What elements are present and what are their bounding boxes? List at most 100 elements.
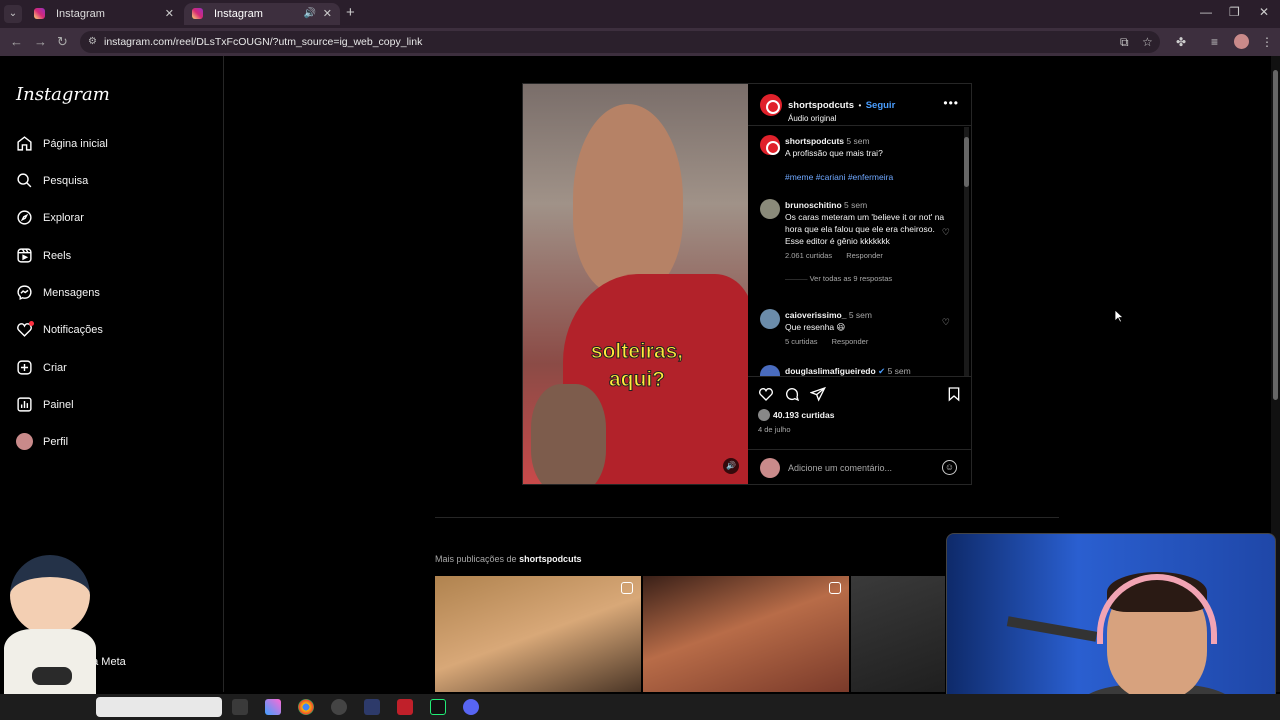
nav-profile[interactable]: Perfil xyxy=(16,430,68,454)
reload-icon[interactable]: ↻ xyxy=(57,34,68,50)
instagram-logo[interactable]: Instagram xyxy=(16,84,110,105)
add-comment-input[interactable] xyxy=(788,459,928,477)
dashboard-icon xyxy=(17,397,32,412)
nav-label: Painel xyxy=(43,399,74,411)
browser-menu-icon[interactable]: ⋮ xyxy=(1261,35,1273,49)
comment-username[interactable]: caioverissimo_ xyxy=(785,310,846,320)
post-header: shortspodcuts • Seguir Áudio original ••… xyxy=(748,84,971,126)
nav-explore[interactable]: Explorar xyxy=(16,206,84,230)
browser-tab-active[interactable]: Instagram 🔊 ✕ xyxy=(184,3,340,25)
more-post-thumbnail[interactable] xyxy=(851,576,945,692)
home-icon xyxy=(17,136,32,151)
forward-icon[interactable]: → xyxy=(34,34,47,49)
likes-count[interactable]: 40.193 curtidas xyxy=(758,409,834,421)
browser-tab[interactable]: Instagram ✕ xyxy=(26,3,182,25)
audio-toggle-icon[interactable]: 🔊 xyxy=(723,458,739,474)
caption-hashtags[interactable]: #meme #cariani #enfermeira xyxy=(785,172,893,182)
nav-create[interactable]: Criar xyxy=(16,356,67,380)
commenter-avatar[interactable] xyxy=(760,365,780,376)
save-bookmark-icon[interactable] xyxy=(946,386,962,402)
new-tab-button[interactable]: + xyxy=(346,4,355,21)
webcam-overlay xyxy=(946,533,1276,719)
comments-scrollbar[interactable] xyxy=(964,127,969,376)
nav-dashboard[interactable]: Painel xyxy=(16,393,74,417)
bookmark-star-icon[interactable]: ☆ xyxy=(1142,35,1153,49)
comments-list: shortspodcuts 5 sem A profissão que mais… xyxy=(748,127,971,377)
notification-badge xyxy=(29,321,34,326)
restore-icon[interactable]: ❐ xyxy=(1229,5,1240,19)
comment-username[interactable]: brunoschitino xyxy=(785,200,842,210)
close-tab-icon[interactable]: ✕ xyxy=(165,3,174,25)
app-icon[interactable] xyxy=(397,699,413,715)
browser-toolbar: ← → ↻ ⚙ instagram.com/reel/DLsTxFcOUGN/?… xyxy=(0,28,1280,56)
back-icon[interactable]: ← xyxy=(10,34,23,49)
view-replies-button[interactable]: ——— Ver todas as 9 respostas xyxy=(785,273,950,285)
comment-text: Que resenha 😆 xyxy=(785,322,846,332)
minimize-icon[interactable]: — xyxy=(1200,5,1212,19)
nav-label: Criar xyxy=(43,362,67,374)
tab-search-dropdown[interactable]: ⌄ xyxy=(4,5,22,23)
extensions-icon[interactable]: ✤ xyxy=(1176,35,1186,49)
reel-indicator-icon xyxy=(829,582,841,594)
task-view-icon[interactable] xyxy=(232,699,248,715)
nav-notifications[interactable]: Notificações xyxy=(16,318,103,342)
search-icon xyxy=(17,173,32,188)
close-window-icon[interactable]: ✕ xyxy=(1259,5,1269,19)
separator-dot: • xyxy=(858,101,862,110)
taskbar-search-box[interactable] xyxy=(96,697,222,717)
author-username[interactable]: shortspodcuts xyxy=(788,100,854,111)
nav-search[interactable]: Pesquisa xyxy=(16,169,88,193)
close-tab-icon[interactable]: ✕ xyxy=(323,3,332,25)
like-heart-icon[interactable] xyxy=(758,386,774,402)
nav-reels[interactable]: Reels xyxy=(16,244,71,268)
comment-username[interactable]: douglaslimafigueiredo xyxy=(785,366,876,376)
more-posts-username[interactable]: shortspodcuts xyxy=(519,554,582,564)
liker-avatar xyxy=(758,409,770,421)
comment-likes[interactable]: 2.061 curtidas xyxy=(785,251,832,260)
video-person-head xyxy=(573,104,683,294)
site-info-icon[interactable]: ⚙ xyxy=(88,31,97,53)
audio-label[interactable]: Áudio original xyxy=(788,114,895,123)
commenter-avatar[interactable] xyxy=(760,199,780,219)
more-options-icon[interactable]: ••• xyxy=(943,96,959,110)
nav-label: Reels xyxy=(43,250,72,262)
follow-button[interactable]: Seguir xyxy=(866,100,896,111)
chrome-icon[interactable] xyxy=(298,699,314,715)
os-taskbar xyxy=(0,694,1280,720)
audio-playing-icon[interactable]: 🔊 xyxy=(304,3,316,25)
reply-button[interactable]: Responder xyxy=(832,337,869,346)
app-icon[interactable] xyxy=(331,699,347,715)
like-comment-icon[interactable]: ♡ xyxy=(942,317,950,328)
nav-home[interactable]: Página inicial xyxy=(16,132,108,156)
author-avatar[interactable] xyxy=(760,135,780,155)
address-bar[interactable]: ⚙ instagram.com/reel/DLsTxFcOUGN/?utm_so… xyxy=(80,31,1160,53)
comment-time: 5 sem xyxy=(887,366,911,376)
nav-messages[interactable]: Mensagens xyxy=(16,281,100,305)
comment-bubble-icon[interactable] xyxy=(784,386,800,402)
comment-likes[interactable]: 5 curtidas xyxy=(785,337,818,346)
share-send-icon[interactable] xyxy=(810,386,826,402)
reply-button[interactable]: Responder xyxy=(846,251,883,260)
tab-title: Instagram xyxy=(214,8,263,20)
comment-item: brunoschitino 5 sem Os caras meteram um … xyxy=(760,199,950,299)
caption-item: shortspodcuts 5 sem A profissão que mais… xyxy=(760,135,950,190)
compass-icon xyxy=(17,210,32,225)
emoji-picker-icon[interactable]: ☺ xyxy=(942,460,957,475)
media-control-icon[interactable]: ≡ xyxy=(1211,35,1218,49)
app-icon[interactable] xyxy=(430,699,446,715)
commenter-avatar[interactable] xyxy=(760,309,780,329)
author-avatar[interactable] xyxy=(760,94,782,116)
more-post-thumbnail[interactable] xyxy=(643,576,849,692)
app-icon[interactable] xyxy=(364,699,380,715)
reel-video[interactable]: solteiras, aqui? 🔊 xyxy=(523,84,748,484)
comment-time: 5 sem xyxy=(844,200,868,210)
caption-username[interactable]: shortspodcuts xyxy=(785,136,844,146)
nav-label: Página inicial xyxy=(43,138,108,150)
discord-icon[interactable] xyxy=(463,699,479,715)
copilot-icon[interactable] xyxy=(265,699,281,715)
more-post-thumbnail[interactable] xyxy=(435,576,641,692)
more-posts-heading: Mais publicações de shortspodcuts xyxy=(435,554,582,564)
install-app-icon[interactable]: ⧉ xyxy=(1120,35,1129,50)
browser-profile-avatar[interactable] xyxy=(1234,34,1249,49)
like-comment-icon[interactable]: ♡ xyxy=(942,227,950,238)
